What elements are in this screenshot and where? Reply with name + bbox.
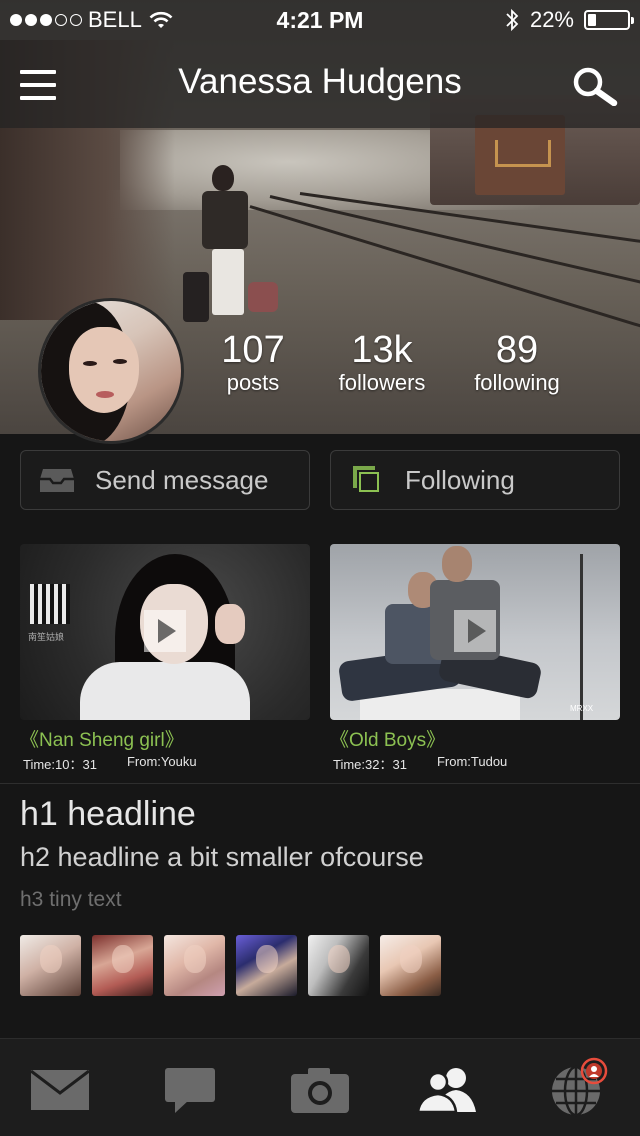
video-thumbnail[interactable]: 南笙姑娘 (20, 544, 310, 720)
video-source: From:Tudou (436, 754, 508, 769)
following-check-icon (353, 466, 381, 494)
stat-posts[interactable]: 107 posts (183, 330, 323, 396)
tab-people[interactable] (416, 1063, 480, 1117)
tab-bar (0, 1038, 640, 1136)
send-message-label: Send message (95, 464, 269, 495)
stat-posts-label: posts (226, 370, 280, 395)
gallery-thumbnail[interactable] (236, 935, 297, 996)
stat-following[interactable]: 89 following (447, 330, 587, 396)
search-icon[interactable] (570, 66, 618, 106)
send-message-button[interactable]: Send message (20, 450, 310, 510)
play-icon[interactable] (454, 610, 496, 652)
video-card[interactable]: 南笙姑娘 《Nan Sheng girl》 Time:10：31 From:Yo… (20, 544, 310, 773)
gallery-thumbnail[interactable] (308, 935, 369, 996)
mail-icon (30, 1069, 90, 1110)
stat-posts-value: 107 (221, 329, 285, 371)
qr-caption: 南笙姑娘 (28, 632, 65, 642)
tab-messages[interactable] (158, 1063, 222, 1117)
headline-h2: h2 headline a bit smaller ofcourse (20, 842, 424, 872)
stat-following-label: following (474, 370, 560, 395)
photo-gallery (20, 935, 441, 996)
avatar[interactable] (38, 298, 184, 444)
tab-mail[interactable] (28, 1063, 92, 1117)
video-thumbnail[interactable]: MRXX (330, 544, 620, 720)
tab-globe[interactable] (548, 1057, 612, 1117)
play-icon[interactable] (144, 610, 186, 652)
page-title: Vanessa Hudgens (178, 62, 462, 101)
video-duration: Time:32：31 (333, 757, 407, 772)
video-card[interactable]: MRXX 《Old Boys》 Time:32：31 From:Tudou (330, 544, 620, 773)
stat-followers[interactable]: 13k followers (312, 330, 452, 396)
globe-icon (552, 1057, 608, 1117)
battery-percent: 22% (529, 7, 574, 32)
stat-followers-label: followers (338, 370, 426, 395)
video-title[interactable]: 《Old Boys》 (330, 730, 620, 752)
headline-h3: h3 tiny text (20, 888, 122, 911)
chat-icon (165, 1068, 215, 1113)
bluetooth-icon (506, 8, 519, 32)
gallery-thumbnail[interactable] (380, 935, 441, 996)
stat-following-value: 89 (495, 329, 539, 371)
following-label: Following (405, 464, 515, 495)
status-bar: BELL 4:21 PM 22% (0, 0, 640, 40)
tab-camera[interactable] (288, 1063, 352, 1117)
people-icon (416, 1068, 476, 1114)
inbox-icon (40, 469, 74, 492)
video-title[interactable]: 《Nan Sheng girl》 (20, 730, 310, 752)
video-duration: Time:10：31 (23, 757, 97, 772)
video-watermark: MRXX (570, 704, 594, 713)
following-button[interactable]: Following (330, 450, 620, 510)
cover-handbag (248, 282, 278, 312)
camera-icon (291, 1068, 349, 1113)
gallery-thumbnail[interactable] (92, 935, 153, 996)
stat-followers-value: 13k (351, 329, 413, 371)
section-divider (0, 783, 640, 784)
battery-icon (584, 10, 634, 30)
gallery-thumbnail[interactable] (20, 935, 81, 996)
video-source: From:Youku (126, 754, 197, 769)
qr-code-icon (30, 584, 70, 624)
headline-h1: h1 headline (20, 795, 196, 833)
gallery-thumbnail[interactable] (164, 935, 225, 996)
